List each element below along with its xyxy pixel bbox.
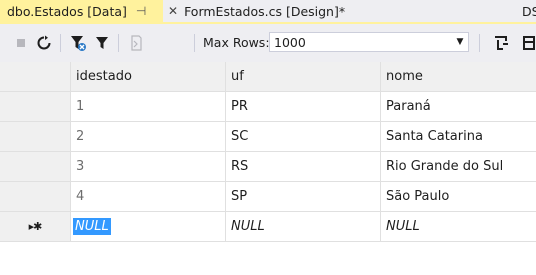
tab-form-design[interactable]: ✕ FormEstados.cs [Design]* [163, 0, 353, 22]
row-selector[interactable] [0, 122, 71, 152]
toolbar-separator [60, 34, 61, 52]
column-header-idestado[interactable]: idestado [71, 62, 226, 92]
cell-nome[interactable]: Rio Grande do Sul [381, 152, 536, 182]
cell-nome[interactable]: NULL [381, 212, 536, 242]
table-row: 3 RS Rio Grande do Sul [0, 152, 536, 182]
filter-icon[interactable] [92, 33, 112, 53]
cell-uf[interactable]: SC [226, 122, 381, 152]
row-selector[interactable] [0, 182, 71, 212]
cell-nome[interactable]: Paraná [381, 92, 536, 122]
cell-uf[interactable]: RS [226, 152, 381, 182]
tab-title: DS [522, 3, 536, 19]
close-icon[interactable]: ✕ [168, 4, 178, 18]
cell-uf[interactable]: SP [226, 182, 381, 212]
toolbar-separator [479, 34, 480, 52]
cell-idestado[interactable]: 2 [71, 122, 226, 152]
tab-ds[interactable]: DS [520, 0, 536, 22]
new-row-icon: ▸✱ [28, 220, 43, 233]
pin-icon[interactable]: ⊣ [136, 4, 146, 18]
cell-idestado[interactable]: 1 [71, 92, 226, 122]
toolbar-separator [194, 34, 195, 52]
header-row: idestado uf nome [0, 62, 536, 92]
column-header-uf[interactable]: uf [226, 62, 381, 92]
tab-title: FormEstados.cs [Design]* [184, 3, 346, 19]
corner-header[interactable] [0, 62, 71, 92]
filter-clear-icon[interactable] [67, 33, 89, 53]
column-header-nome[interactable]: nome [381, 62, 536, 92]
toolbar-separator [118, 34, 119, 52]
row-selector[interactable] [0, 152, 71, 182]
cell-idestado[interactable]: 4 [71, 182, 226, 212]
export-script-icon[interactable] [490, 33, 512, 53]
tab-estados-data[interactable]: dbo.Estados [Data] ⊣ [0, 0, 163, 22]
stop-icon[interactable] [12, 33, 30, 53]
chevron-down-icon[interactable]: ▼ [452, 37, 468, 47]
cell-idestado[interactable]: 3 [71, 152, 226, 182]
cell-idestado[interactable]: NULL [71, 212, 226, 242]
data-toolbar: Max Rows: 1000 ▼ [0, 24, 536, 62]
table-row: 4 SP São Paulo [0, 182, 536, 212]
cell-nome[interactable]: Santa Catarina [381, 122, 536, 152]
table-row: 1 PR Paraná [0, 92, 536, 122]
max-rows-label: Max Rows: [203, 35, 270, 50]
table-row: 2 SC Santa Catarina [0, 122, 536, 152]
max-rows-value: 1000 [274, 34, 306, 50]
null-value-selected[interactable]: NULL [73, 218, 111, 235]
export-file-icon[interactable] [520, 33, 536, 53]
results-grid: idestado uf nome 1 PR Paraná 2 SC Santa … [0, 62, 536, 275]
cell-uf[interactable]: PR [226, 92, 381, 122]
max-rows-select[interactable]: 1000 ▼ [269, 32, 469, 52]
document-tab-strip: dbo.Estados [Data] ⊣ ✕ FormEstados.cs [D… [0, 0, 536, 24]
refresh-icon[interactable] [33, 33, 55, 53]
script-icon[interactable] [126, 33, 146, 53]
row-selector[interactable]: ▸✱ [0, 212, 71, 242]
tab-title: dbo.Estados [Data] [7, 3, 127, 19]
cell-nome[interactable]: São Paulo [381, 182, 536, 212]
new-row: ▸✱ NULL NULL NULL [0, 212, 536, 242]
cell-uf[interactable]: NULL [226, 212, 381, 242]
row-selector[interactable] [0, 92, 71, 122]
